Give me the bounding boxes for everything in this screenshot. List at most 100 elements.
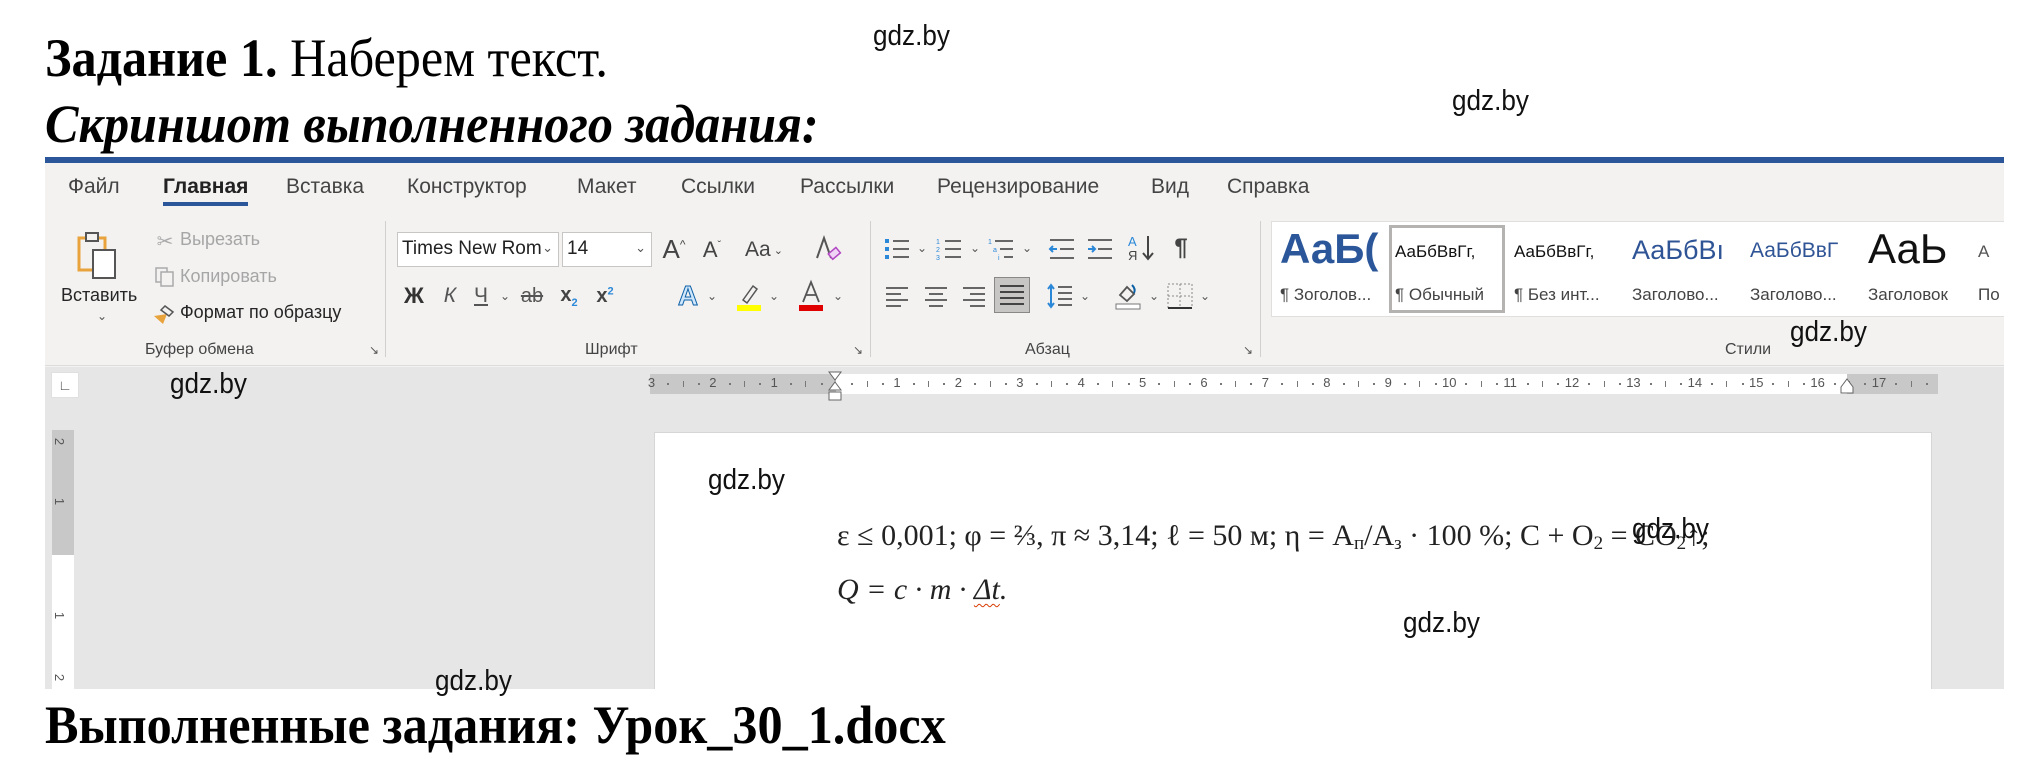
underline-button[interactable]: Ч <box>470 281 492 311</box>
clear-format-button[interactable] <box>813 233 843 265</box>
paste-button[interactable] <box>75 229 121 281</box>
screenshot-caption: Скриншот выполненного задания: <box>45 94 819 154</box>
ruler-tick <box>1480 381 1482 387</box>
ruler-tick <box>759 383 762 385</box>
tab-mailings[interactable]: Рассылки <box>800 175 894 199</box>
style-preview: АаБ( <box>1280 225 1379 272</box>
style-item-heading1[interactable]: АаБ( ¶ Зоголов... <box>1274 225 1388 313</box>
chevron-down-icon[interactable]: ⌄ <box>707 289 717 303</box>
tab-insert[interactable]: Вставка <box>286 175 364 199</box>
style-item-subtitle[interactable]: А По <box>1972 225 2004 313</box>
svg-text:1: 1 <box>936 239 940 246</box>
strikethrough-button[interactable]: ab <box>517 281 547 311</box>
tab-review[interactable]: Рецензирование <box>937 175 1099 199</box>
ruler-tick <box>820 383 823 385</box>
font-name-combo[interactable]: Times New Rom ⌄ <box>397 232 559 267</box>
font-size-combo[interactable]: 14 ⌄ <box>562 232 652 267</box>
change-case-button[interactable]: Aa ⌄ <box>742 235 786 265</box>
style-item-heading-3[interactable]: АаБбВвГ Заголово... <box>1744 225 1862 313</box>
chevron-down-icon[interactable]: ⌄ <box>500 289 510 303</box>
cut-button[interactable]: Вырезать <box>180 229 260 250</box>
tab-view[interactable]: Вид <box>1151 175 1189 199</box>
align-left-button[interactable] <box>883 281 913 313</box>
font-color-button[interactable] <box>797 277 825 313</box>
chevron-down-icon[interactable]: ⌄ <box>833 289 843 303</box>
sort-button[interactable]: АЯ <box>1125 231 1157 265</box>
paste-label[interactable]: Вставить <box>61 285 137 306</box>
ruler-tick <box>1096 383 1099 385</box>
tab-file[interactable]: Файл <box>68 175 120 199</box>
font-color-icon <box>799 279 823 311</box>
chevron-down-icon[interactable]: ⌄ <box>769 289 779 303</box>
left-tab-icon: ∟ <box>58 377 72 393</box>
align-center-button[interactable] <box>921 281 951 313</box>
decrease-indent-button[interactable] <box>1047 235 1077 263</box>
tab-layout[interactable]: Макет <box>577 175 636 199</box>
shrink-font-button[interactable]: Aˇ <box>699 235 725 265</box>
watermark: gdz.by <box>708 464 785 496</box>
style-item-no-spacing[interactable]: АаБбВвГг, ¶ Без инт... <box>1508 225 1626 313</box>
tab-references[interactable]: Ссылки <box>681 175 755 199</box>
format-painter-button[interactable]: Формат по образцу <box>180 302 341 323</box>
subscript-button[interactable]: x2 <box>557 281 581 311</box>
shrink-font-icon: Aˇ <box>702 237 722 262</box>
ruler-tick <box>1680 383 1683 385</box>
chevron-down-icon[interactable]: ⌄ <box>97 309 107 323</box>
style-name: Заголово... <box>1632 285 1719 304</box>
document-page[interactable]: ε ≤ 0,001; φ = ⅔, π ≈ 3,14; ℓ = 50 м; η … <box>654 432 1932 689</box>
style-preview: АаБбВвГ <box>1750 239 1839 262</box>
copy-button[interactable]: Копировать <box>180 266 277 287</box>
style-preview: АаЬ <box>1868 225 1948 272</box>
right-indent-marker[interactable] <box>1840 375 1854 409</box>
numbering-button[interactable]: 123 <box>935 235 965 263</box>
style-item-heading-2[interactable]: АаБбВı Заголово... <box>1626 225 1744 313</box>
italic-button[interactable]: К <box>440 281 460 311</box>
style-item-normal[interactable]: АаБбВвГг, ¶ Обычный <box>1389 225 1505 313</box>
style-item-title[interactable]: АаЬ Заголовок <box>1862 225 1972 313</box>
superscript-button[interactable]: x2 <box>593 281 617 311</box>
ruler-number: 10 <box>1442 375 1457 390</box>
vertical-ruler[interactable]: 2 1 1 2 <box>52 430 74 689</box>
chevron-down-icon[interactable]: ⌄ <box>917 241 927 255</box>
shading-button[interactable] <box>1113 279 1143 313</box>
first-line-indent-marker[interactable] <box>828 371 842 405</box>
borders-button[interactable] <box>1165 279 1195 313</box>
chevron-down-icon[interactable]: ⌄ <box>1149 289 1159 303</box>
align-right-button[interactable] <box>958 281 988 313</box>
show-marks-button[interactable]: ¶ <box>1169 231 1193 265</box>
tab-help[interactable]: Справка <box>1227 175 1309 199</box>
ruler-number: 9 <box>1384 375 1392 390</box>
task-heading: Задание 1. Наберем текст. <box>45 26 608 90</box>
ruler-tick <box>1173 381 1175 387</box>
chevron-down-icon[interactable]: ⌄ <box>1200 289 1210 303</box>
ruler-tick <box>912 383 915 385</box>
spelling-error[interactable]: Δt <box>974 573 1000 606</box>
pilcrow-icon: ¶ <box>1174 234 1188 261</box>
paragraph-launcher-icon[interactable]: ↘ <box>1241 343 1255 357</box>
bullets-button[interactable] <box>883 235 913 263</box>
highlight-button[interactable] <box>735 279 763 313</box>
tab-home[interactable]: Главная <box>163 175 249 206</box>
justify-button[interactable] <box>994 277 1030 313</box>
text-effects-button[interactable]: A <box>673 279 703 313</box>
style-preview: АаБбВвГг, <box>1514 242 1595 261</box>
horizontal-ruler[interactable]: 3 2 1 1 2 3 4 5 6 7 8 9 10 11 12 13 14 15 16 17 <box>648 374 1938 394</box>
style-preview: А <box>1978 242 1990 261</box>
line-spacing-button[interactable] <box>1045 279 1075 313</box>
clipboard-launcher-icon[interactable]: ↘ <box>367 343 381 357</box>
chevron-down-icon[interactable]: ⌄ <box>970 241 980 255</box>
tab-stop-selector[interactable]: ∟ <box>51 372 79 398</box>
style-name: ¶ Без инт... <box>1514 285 1600 304</box>
font-launcher-icon[interactable]: ↘ <box>851 343 865 357</box>
highlighter-icon <box>737 284 761 311</box>
multilevel-list-button[interactable]: 1ai <box>987 235 1017 263</box>
chevron-down-icon[interactable]: ⌄ <box>1022 241 1032 255</box>
grow-font-button[interactable]: A^ <box>659 233 689 265</box>
tab-design[interactable]: Конструктор <box>407 175 527 199</box>
chevron-down-icon[interactable]: ⌄ <box>1080 289 1090 303</box>
ruler-tick <box>1465 383 1468 385</box>
ruler-number: 16 <box>1810 375 1825 390</box>
bold-button[interactable]: Ж <box>401 281 427 311</box>
increase-indent-button[interactable] <box>1085 235 1115 263</box>
ruler-number: 8 <box>1323 375 1331 390</box>
